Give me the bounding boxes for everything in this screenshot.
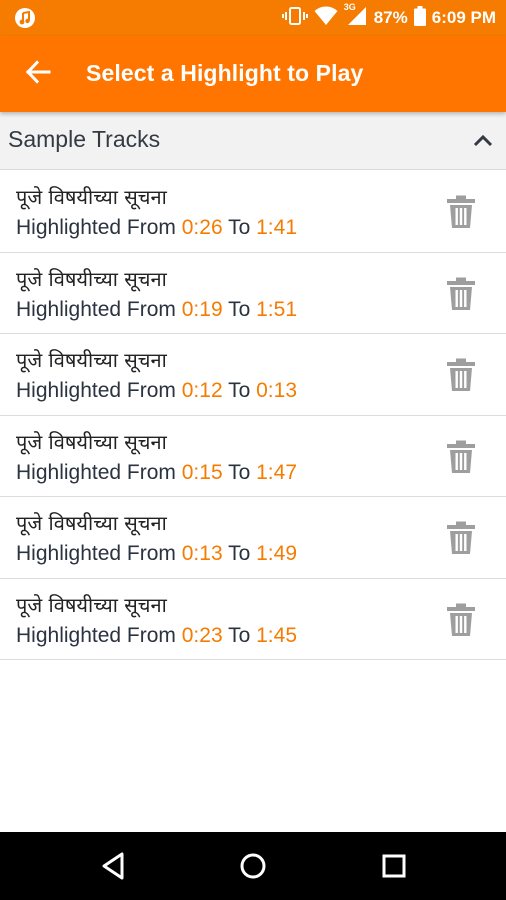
section-header-sample-tracks[interactable]: Sample Tracks [0,112,506,170]
from-label: Highlighted From [16,460,176,484]
to-label: To [228,297,251,321]
back-button[interactable] [22,58,54,90]
triangle-back-icon [96,852,132,888]
system-nav-bar [0,832,506,900]
nav-back-button[interactable] [96,848,132,884]
from-time: 0:13 [181,542,223,565]
vibrate-icon [281,6,308,31]
nav-home-button[interactable] [235,848,271,884]
delete-button[interactable] [446,358,476,392]
network-type-label: 3G [343,1,356,12]
highlight-range: Highlighted From 0:23 To 1:45 [16,624,297,648]
to-time: 1:47 [256,460,297,484]
section-title: Sample Tracks [8,126,161,152]
track-title: पूजे विषयीच्या सूचना [16,266,167,291]
list-item[interactable]: पूजे विषयीच्या सूचना Highlighted From 0:… [0,415,506,497]
from-time: 0:15 [181,460,223,484]
highlight-range: Highlighted From 0:13 To 1:49 [16,542,297,566]
list-item[interactable]: पूजे विषयीच्या सूचना Highlighted From 0:… [0,497,506,579]
music-note-icon [14,7,36,34]
square-recents-icon [376,854,412,888]
status-bar: 3G 87% 6:09 PM [0,0,506,36]
page-title: Select a Highlight to Play [86,60,364,86]
to-time: 1:41 [256,216,297,239]
delete-button[interactable] [446,521,476,555]
chevron-up-icon[interactable] [472,130,494,152]
trash-icon [446,603,476,641]
from-label: Highlighted From [16,297,176,321]
to-time: 1:45 [256,623,297,647]
delete-button[interactable] [446,440,476,474]
from-label: Highlighted From [16,542,176,565]
highlight-range: Highlighted From 0:19 To 1:51 [16,298,297,322]
track-title: पूजे विषयीच्या सूचना [16,429,167,454]
from-time: 0:12 [181,379,223,402]
trash-icon [446,358,476,396]
battery-icon [413,5,426,31]
to-label: To [228,460,251,484]
from-label: Highlighted From [16,623,176,647]
delete-button[interactable] [446,195,476,229]
to-time: 0:13 [256,379,297,402]
list-item[interactable]: पूजे विषयीच्या सूचना Highlighted From 0:… [0,578,506,660]
track-title: पूजे विषयीच्या सूचना [16,185,167,209]
highlight-range: Highlighted From 0:12 To 0:13 [16,379,297,403]
trash-icon [446,277,476,315]
to-label: To [228,216,251,239]
list-item[interactable]: पूजे विषयीच्या सूचना Highlighted From 0:… [0,252,506,334]
status-time: 6:09 PM [431,8,496,27]
list-item[interactable]: पूजे विषयीच्या सूचना Highlighted From 0:… [0,334,506,416]
to-time: 1:49 [256,542,297,565]
track-title: पूजे विषयीच्या सूचना [16,348,167,372]
circle-home-icon [235,853,271,888]
to-time: 1:51 [256,297,297,321]
nav-recents-button[interactable] [376,848,412,884]
from-label: Highlighted From [16,379,176,402]
from-time: 0:26 [181,216,223,239]
track-title: पूजे विषयीच्या सूचना [16,592,167,617]
highlight-range: Highlighted From 0:15 To 1:47 [16,461,297,485]
to-label: To [228,623,251,647]
wifi-icon [314,6,338,31]
to-label: To [228,379,251,402]
trash-icon [446,195,476,233]
signal-icon: 3G [344,2,368,31]
battery-percent: 87% [373,8,408,27]
from-label: Highlighted From [16,216,176,239]
list-item[interactable]: पूजे विषयीच्या सूचना Highlighted From 0:… [0,171,506,253]
delete-button[interactable] [446,277,476,311]
from-time: 0:19 [181,297,223,321]
status-icons: 3G 87% 6:09 PM [281,0,496,36]
from-time: 0:23 [181,623,223,647]
trash-icon [446,440,476,478]
trash-icon [446,521,476,559]
app-bar: Select a Highlight to Play [0,36,506,112]
highlight-list: पूजे विषयीच्या सूचना Highlighted From 0:… [0,171,506,660]
highlight-range: Highlighted From 0:26 To 1:41 [16,216,297,240]
to-label: To [228,542,251,565]
delete-button[interactable] [446,603,476,637]
arrow-back-icon [25,59,51,90]
track-title: पूजे विषयीच्या सूचना [16,511,167,535]
